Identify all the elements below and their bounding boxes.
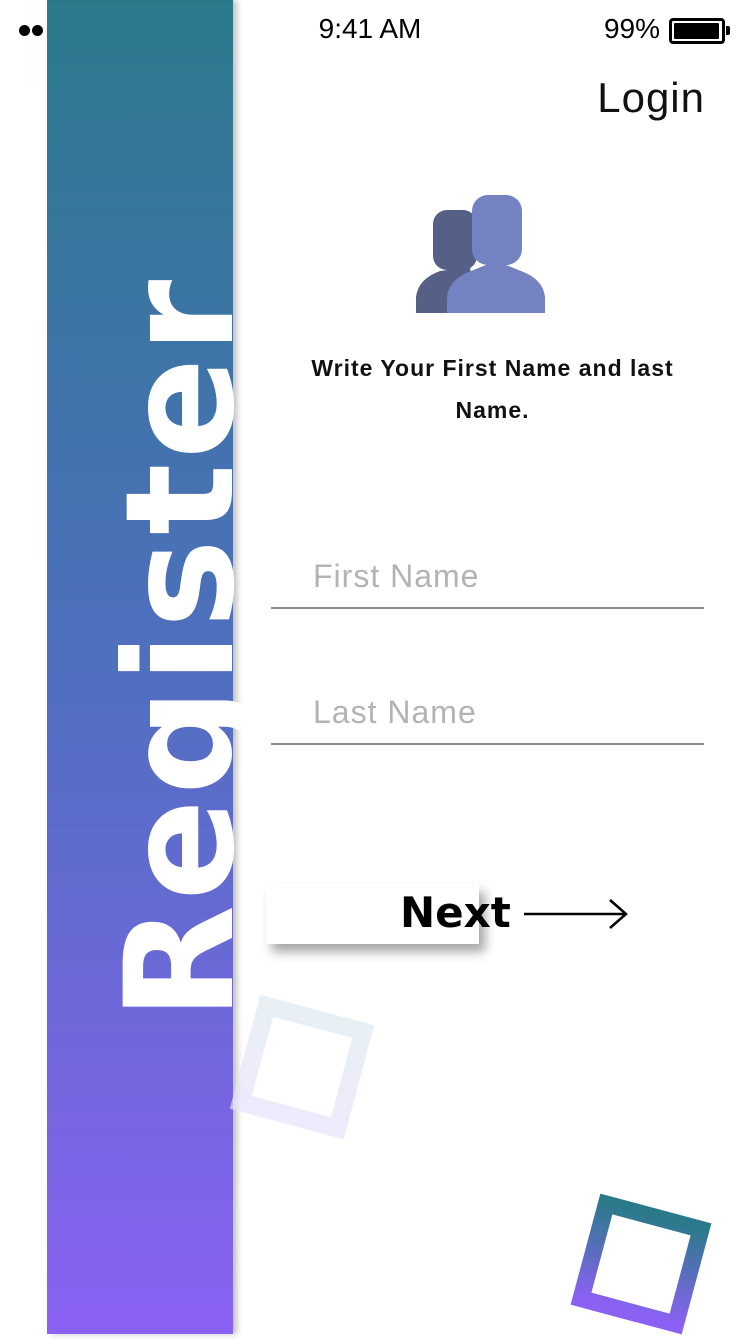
last-name-input[interactable] bbox=[313, 694, 693, 731]
last-name-field bbox=[271, 673, 704, 745]
battery-icon bbox=[669, 18, 730, 44]
first-name-input[interactable] bbox=[313, 558, 693, 595]
decorative-square-gradient bbox=[570, 1193, 712, 1335]
arrow-right-icon[interactable] bbox=[524, 897, 629, 931]
battery-percent: 99% bbox=[603, 13, 660, 44]
decorative-square-faded bbox=[230, 995, 375, 1140]
users-icon bbox=[416, 195, 545, 313]
next-label[interactable]: Next bbox=[400, 884, 511, 942]
status-bar: 9:41 AM 99% bbox=[0, 0, 750, 60]
login-link[interactable]: Login bbox=[597, 74, 705, 122]
register-title: Register bbox=[94, 275, 268, 1021]
instruction-text: Write Your First Name and last Name. bbox=[311, 355, 674, 423]
first-name-field bbox=[271, 537, 704, 609]
